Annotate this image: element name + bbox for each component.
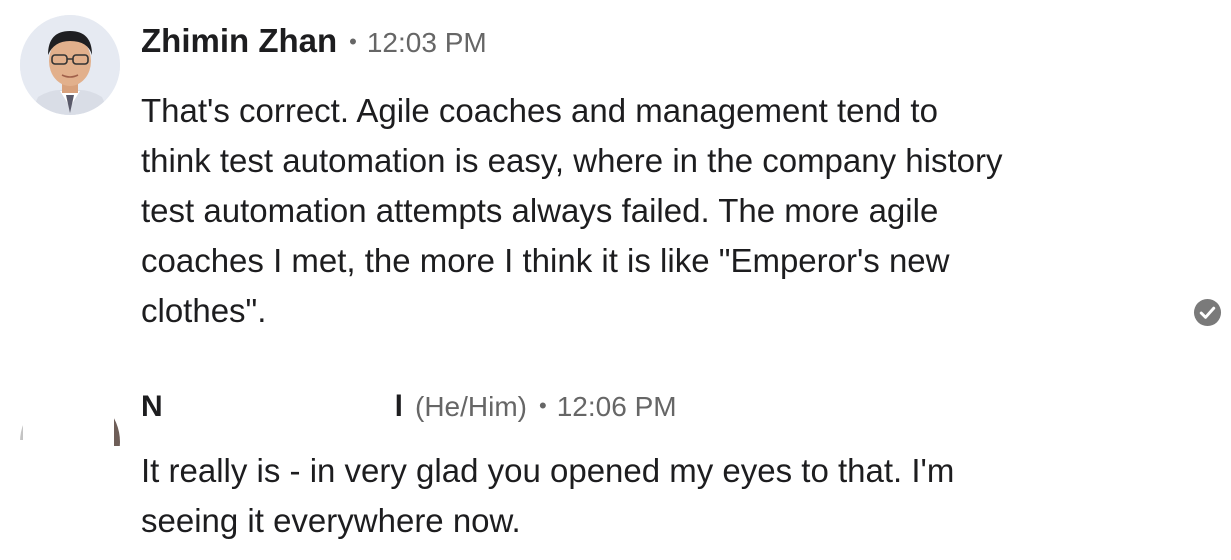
avatar-photo bbox=[20, 392, 120, 492]
message-header: Zhimin Zhan • 12:03 PM bbox=[141, 22, 487, 60]
message-item: N l (He/Him) • 12:06 PM It really is - i… bbox=[0, 350, 1231, 560]
sender-name[interactable]: Zhimin Zhan bbox=[141, 22, 337, 60]
message-line: It really is - in very glad you opened m… bbox=[141, 452, 955, 489]
check-circle-icon bbox=[1193, 298, 1222, 327]
message-line: test automation attempts always failed. … bbox=[141, 192, 939, 229]
sender-name-start[interactable]: N bbox=[141, 390, 163, 424]
avatar[interactable] bbox=[20, 15, 120, 115]
sender-name-end[interactable]: l bbox=[395, 390, 403, 424]
separator-dot: • bbox=[349, 29, 357, 54]
separator-dot: • bbox=[539, 393, 547, 418]
message-line: think test automation is easy, where in … bbox=[141, 142, 1003, 179]
timestamp: 12:03 PM bbox=[366, 27, 487, 58]
message-line: That's correct. Agile coaches and manage… bbox=[141, 92, 938, 129]
message-thread: Zhimin Zhan • 12:03 PM That's correct. A… bbox=[0, 0, 1231, 560]
avatar[interactable] bbox=[20, 392, 120, 492]
message-line: coaches I met, the more I think it is li… bbox=[141, 242, 950, 279]
message-line: clothes". bbox=[141, 292, 267, 329]
message-body: It really is - in very glad you opened m… bbox=[141, 446, 1141, 546]
avatar-photo bbox=[20, 15, 120, 115]
pronouns: (He/Him) bbox=[415, 391, 528, 422]
message-item: Zhimin Zhan • 12:03 PM That's correct. A… bbox=[0, 0, 1231, 350]
redacted-name bbox=[162, 386, 395, 416]
message-header: N l (He/Him) • 12:06 PM bbox=[141, 386, 677, 424]
message-line: seeing it everywhere now. bbox=[141, 502, 521, 539]
timestamp: 12:06 PM bbox=[556, 391, 677, 422]
message-body: That's correct. Agile coaches and manage… bbox=[141, 86, 1141, 336]
